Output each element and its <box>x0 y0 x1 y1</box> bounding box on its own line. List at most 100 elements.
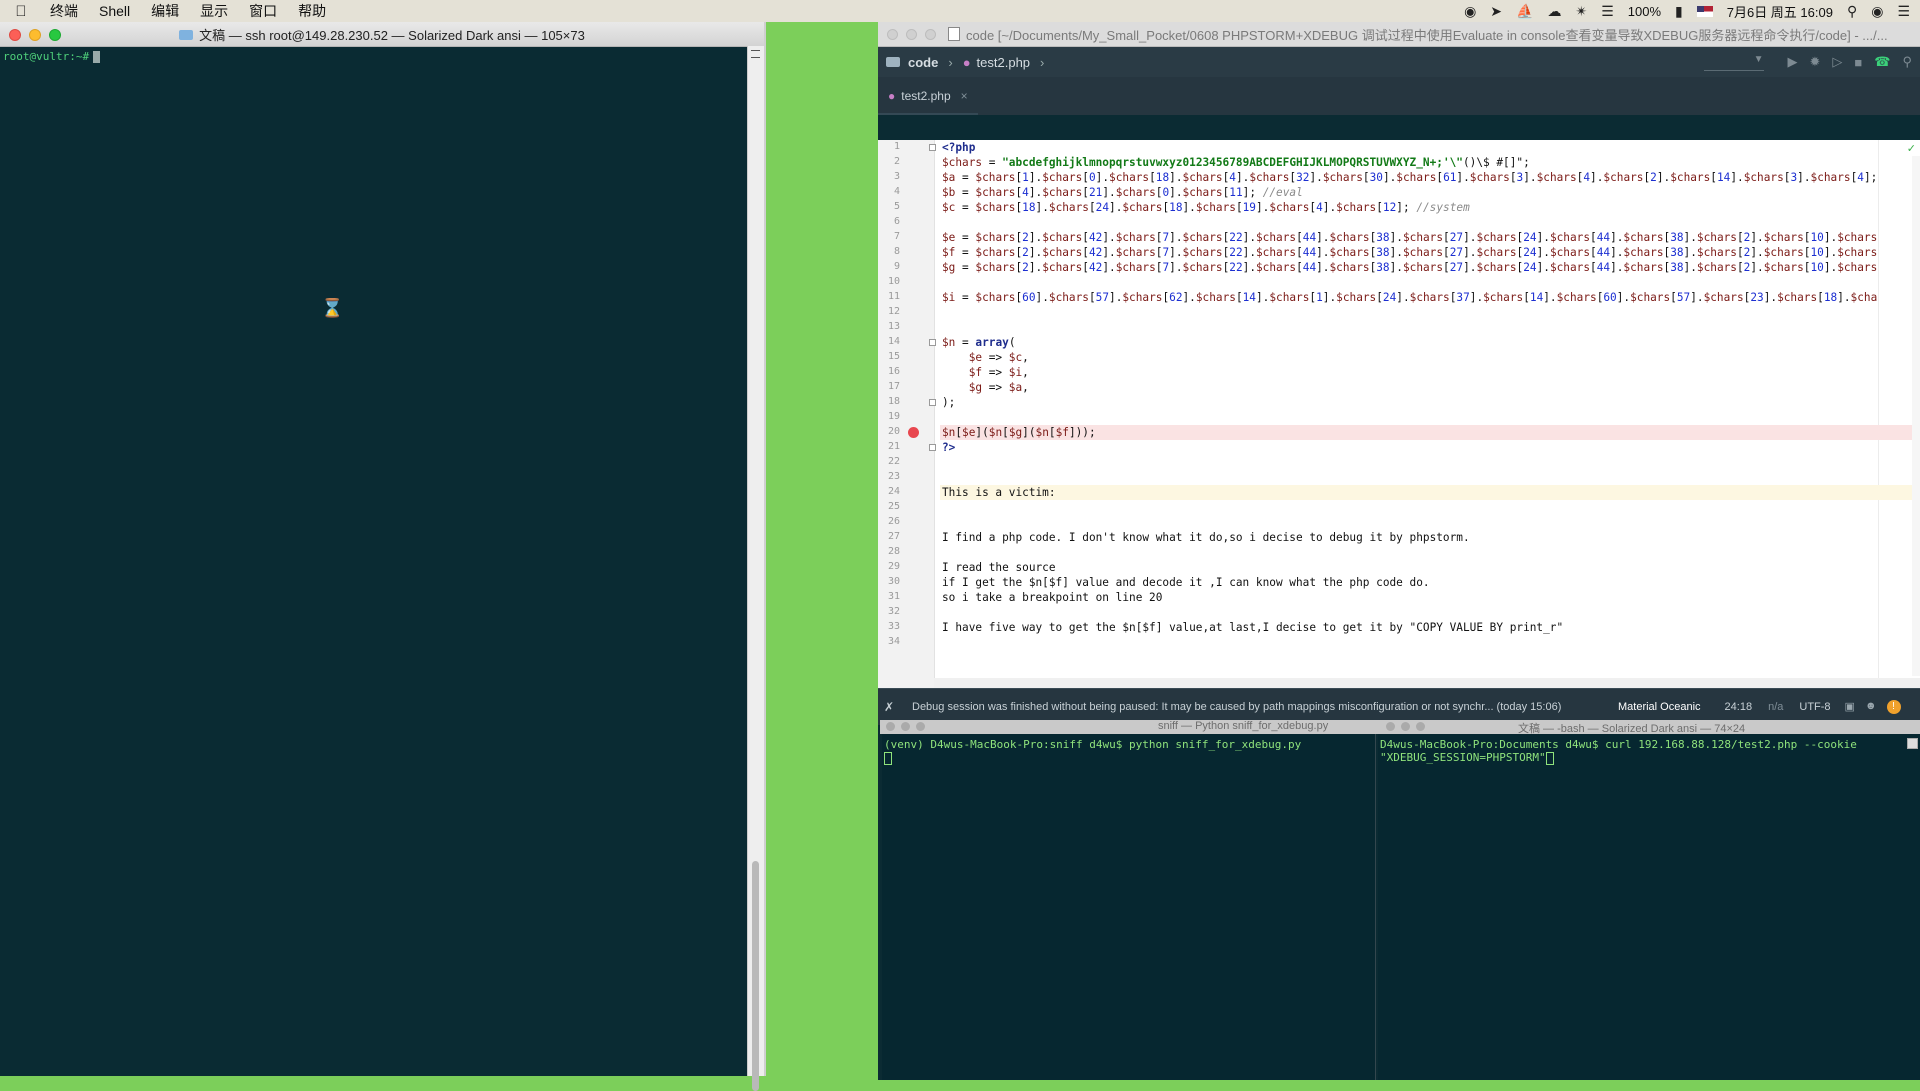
lock-icon[interactable]: ▣ <box>1845 700 1855 714</box>
location-icon[interactable]: ➤ <box>1490 3 1502 20</box>
line-number[interactable]: 13 <box>878 321 900 332</box>
line-number[interactable]: 9 <box>878 261 900 272</box>
breadcrumb-project[interactable]: code <box>908 55 938 70</box>
ide-titlebar[interactable]: code [~/Documents/My_Small_Pocket/0608 P… <box>878 22 1920 47</box>
line-separator-indicator[interactable]: n/a <box>1768 701 1783 713</box>
breakpoint-icon[interactable] <box>908 427 919 438</box>
line-number[interactable]: 11 <box>878 291 900 302</box>
line-number[interactable]: 30 <box>878 576 900 587</box>
code-line[interactable] <box>940 305 1920 320</box>
scroll-indicator-icon[interactable] <box>1907 738 1918 749</box>
sniff-terminal-pane[interactable]: (venv) D4wus-MacBook-Pro:sniff d4wu$ pyt… <box>882 734 1376 1080</box>
line-number[interactable]: 4 <box>878 186 900 197</box>
battery-icon[interactable]: ▮ <box>1675 3 1683 20</box>
line-number[interactable]: 31 <box>878 591 900 602</box>
line-number[interactable]: 15 <box>878 351 900 362</box>
close-window-button[interactable] <box>1386 722 1395 731</box>
menu-shell[interactable]: Shell <box>99 3 130 19</box>
fold-marker-icon[interactable] <box>929 444 936 451</box>
search-everywhere-icon[interactable]: ⚲ <box>1902 54 1912 70</box>
spotlight-search-icon[interactable]: ⚲ <box>1847 3 1857 20</box>
close-window-button[interactable] <box>887 29 898 40</box>
siri-icon[interactable]: ◉ <box>1871 3 1883 20</box>
terminal-titlebar[interactable]: 文稿 — ssh root@149.28.230.52 — Solarized … <box>0 22 764 47</box>
menu-help[interactable]: 帮助 <box>298 1 326 21</box>
line-number[interactable]: 1 <box>878 141 900 152</box>
stop-icon[interactable]: ■ <box>1854 55 1862 70</box>
code-line[interactable]: I have five way to get the $n[$f] value,… <box>940 620 1920 635</box>
menu-terminal[interactable]: 终端 <box>50 1 78 21</box>
code-line[interactable] <box>940 455 1920 470</box>
clock[interactable]: 7月6日 周五 16:09 <box>1727 2 1833 21</box>
minimize-window-button[interactable] <box>29 29 41 41</box>
code-line[interactable]: $chars = "abcdefghijklmnopqrstuvwxyz0123… <box>940 155 1920 170</box>
line-number[interactable]: 20 <box>878 426 900 437</box>
line-number[interactable]: 23 <box>878 471 900 482</box>
code-line[interactable]: $f = $chars[2].$chars[42].$chars[7].$cha… <box>940 245 1920 260</box>
menu-window[interactable]: 窗口 <box>249 1 277 21</box>
editor-horizontal-scrollbar[interactable] <box>934 678 1920 688</box>
line-number[interactable]: 5 <box>878 201 900 212</box>
code-line[interactable]: $b = $chars[4].$chars[21].$chars[0].$cha… <box>940 185 1920 200</box>
run-icon[interactable]: ▶ <box>1788 54 1798 70</box>
scrollbar-thumb[interactable] <box>752 861 759 1091</box>
menu-view[interactable]: 显示 <box>200 1 228 21</box>
code-area[interactable]: <?php $chars = "abcdefghijklmnopqrstuvwxy… <box>940 140 1920 688</box>
line-number[interactable]: 32 <box>878 606 900 617</box>
line-number[interactable]: 6 <box>878 216 900 227</box>
listen-debug-connections-icon[interactable]: ☎ <box>1874 54 1890 70</box>
code-line[interactable]: ); <box>940 395 1920 410</box>
code-line[interactable]: $e => $c, <box>940 350 1920 365</box>
terminal-scrollbar[interactable] <box>747 46 764 1091</box>
code-line[interactable]: I read the source <box>940 560 1920 575</box>
tab-test2-php[interactable]: ● test2.php × <box>888 89 968 103</box>
fold-marker-icon[interactable] <box>929 339 936 346</box>
minimize-window-button[interactable] <box>1401 722 1410 731</box>
code-line[interactable]: $g = $chars[2].$chars[42].$chars[7].$cha… <box>940 260 1920 275</box>
docker-icon[interactable]: ⛵ <box>1516 3 1533 20</box>
close-window-button[interactable] <box>886 722 895 731</box>
line-number[interactable]: 7 <box>878 231 900 242</box>
editor-gutter[interactable]: 1 2 3 4 5 6 7 8 9 10 11 12 13 14 15 16 17 18 19 20 21 22 23 24 2… <box>878 140 936 688</box>
status-message[interactable]: Debug session was finished without being… <box>912 701 1612 713</box>
code-line[interactable] <box>940 320 1920 335</box>
code-line[interactable] <box>940 215 1920 230</box>
code-line[interactable] <box>940 275 1920 290</box>
terminal-output[interactable]: root@vultr:~# <box>0 46 748 1076</box>
line-number[interactable]: 17 <box>878 381 900 392</box>
line-number[interactable]: 29 <box>878 561 900 572</box>
bluetooth-icon[interactable]: ✴ <box>1575 3 1587 20</box>
close-window-button[interactable] <box>9 29 21 41</box>
code-line[interactable]: ?> <box>940 440 1920 455</box>
code-line[interactable] <box>940 605 1920 620</box>
line-number[interactable]: 27 <box>878 531 900 542</box>
terminal-panes-titlebar[interactable]: sniff — Python sniff_for_xdebug.py 文稿 — … <box>880 720 1920 734</box>
code-line[interactable]: $i = $chars[60].$chars[57].$chars[62].$c… <box>940 290 1920 305</box>
breadcrumb-file[interactable]: test2.php <box>977 55 1031 70</box>
wifi-icon[interactable]: ☰ <box>1601 3 1614 20</box>
debug-muted-icon[interactable]: ✗ <box>884 700 898 714</box>
code-line[interactable] <box>940 635 1920 650</box>
caret-position[interactable]: 24:18 <box>1725 701 1753 713</box>
line-number[interactable]: 10 <box>878 276 900 287</box>
zoom-window-button[interactable] <box>916 722 925 731</box>
code-line[interactable]: I find a php code. I don't know what it … <box>940 530 1920 545</box>
event-log-icon[interactable]: ! <box>1886 700 1901 714</box>
zoom-window-button[interactable] <box>1416 722 1425 731</box>
line-number[interactable]: 12 <box>878 306 900 317</box>
fold-marker-icon[interactable] <box>929 399 936 406</box>
line-number[interactable]: 3 <box>878 171 900 182</box>
line-number[interactable]: 33 <box>878 621 900 632</box>
inspection-ok-icon[interactable]: ✓ <box>1907 142 1916 155</box>
code-line[interactable] <box>940 545 1920 560</box>
code-line[interactable]: $a = $chars[1].$chars[0].$chars[18].$cha… <box>940 170 1920 185</box>
code-line[interactable]: $f => $i, <box>940 365 1920 380</box>
code-line[interactable]: <?php <box>940 140 1920 155</box>
code-line[interactable] <box>940 500 1920 515</box>
zoom-window-button[interactable] <box>925 29 936 40</box>
code-line[interactable]: This is a victim: <box>940 485 1920 500</box>
code-line[interactable]: if I get the $n[$f] value and decode it … <box>940 575 1920 590</box>
line-number[interactable]: 24 <box>878 486 900 497</box>
line-number[interactable]: 8 <box>878 246 900 257</box>
code-line[interactable]: $n = array( <box>940 335 1920 350</box>
